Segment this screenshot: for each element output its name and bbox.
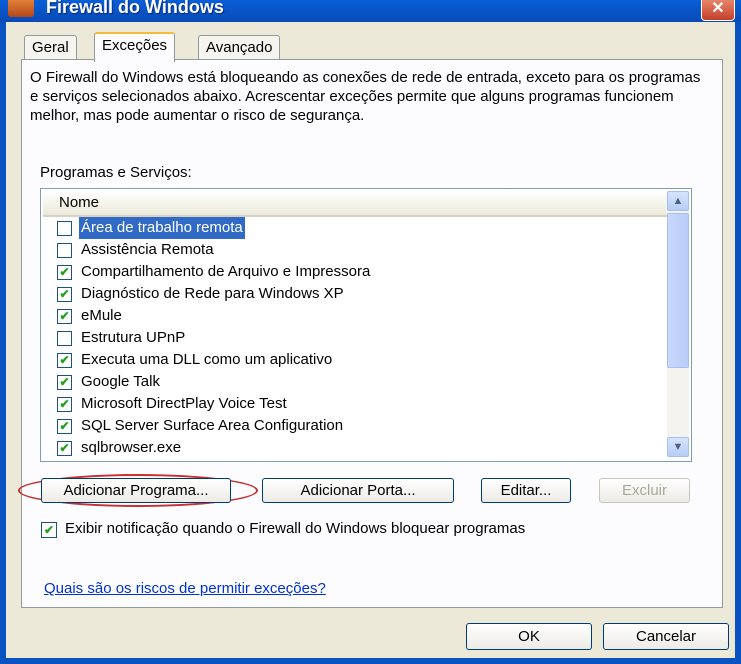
scroll-down-button[interactable]: ▼	[667, 437, 689, 457]
list-item[interactable]: ✔ Compartilhamento de Arquivo e Impressor…	[57, 261, 657, 283]
list-item-label: Microsoft DirectPlay Voice Test	[81, 395, 287, 412]
add-port-button[interactable]: Adicionar Porta...	[262, 478, 454, 503]
list-item[interactable]: ✔ Google Talk	[57, 371, 657, 393]
close-icon: ✕	[711, 0, 725, 17]
cancel-button[interactable]: Cancelar	[603, 623, 729, 650]
list-item[interactable]: ✔ Diagnóstico de Rede para Windows XP	[57, 283, 657, 305]
list-item[interactable]: ✔ sqlbrowser.exe	[57, 437, 657, 459]
description-text: O Firewall do Windows está bloqueando as…	[30, 69, 701, 124]
list-item-checkbox[interactable]: ✔	[57, 419, 72, 434]
window-frame-bottom	[0, 658, 741, 664]
notify-checkbox[interactable]: ✔	[41, 522, 57, 538]
tab-geral[interactable]: Geral	[24, 35, 77, 60]
list-item-checkbox[interactable]: ✔	[57, 287, 72, 302]
programs-group-label: Programas e Serviços:	[40, 164, 192, 181]
notify-checkbox-label: Exibir notificação quando o Firewall do …	[65, 520, 526, 537]
list-item-checkbox[interactable]: ✔	[57, 375, 72, 390]
list-item-label: Compartilhamento de Arquivo e Impressora	[81, 263, 371, 280]
list-item-checkbox[interactable]: ✔	[57, 397, 72, 412]
list-item-checkbox[interactable]: ✔	[57, 309, 72, 324]
list-item-label: Estrutura UPnP	[81, 329, 186, 346]
edit-button[interactable]: Editar...	[481, 478, 571, 503]
list-item-checkbox[interactable]	[57, 221, 72, 236]
window-title: Firewall do Windows	[46, 0, 224, 17]
ok-button[interactable]: OK	[466, 623, 592, 650]
list-item-label: Google Talk	[81, 373, 160, 390]
chevron-down-icon: ▼	[672, 441, 684, 453]
list-item[interactable]: Assistência Remota	[57, 239, 657, 261]
list-item-label: eMule	[81, 307, 122, 324]
list-item-checkbox[interactable]: ✔	[57, 441, 72, 456]
scroll-up-button[interactable]: ▲	[667, 191, 689, 211]
list-item[interactable]: ✔ SQL Server Surface Area Configuration	[57, 415, 657, 437]
firewall-window: Firewall do Windows ✕ Geral Exceções Ava…	[0, 0, 741, 664]
window-frame-right	[735, 22, 741, 664]
list-item-label: SQL Server Surface Area Configuration	[81, 417, 344, 434]
list-item-label: Área de trabalho remota	[79, 217, 245, 239]
exceptions-risk-link[interactable]: Quais são os riscos de permitir exceções…	[44, 580, 326, 597]
title-bar[interactable]: Firewall do Windows ✕	[0, 0, 741, 22]
list-item[interactable]: Estrutura UPnP	[57, 327, 657, 349]
list-item-checkbox[interactable]	[57, 331, 72, 346]
list-item[interactable]: ✔ Executa uma DLL como um aplicativo	[57, 349, 657, 371]
tab-excecoes[interactable]: Exceções	[94, 32, 176, 62]
window-frame-left	[0, 22, 6, 664]
close-button[interactable]: ✕	[701, 0, 735, 21]
chevron-up-icon: ▲	[672, 195, 684, 207]
list-item[interactable]: Área de trabalho remota	[57, 217, 657, 239]
list-item-checkbox[interactable]	[57, 243, 72, 258]
list-item[interactable]: ✔ eMule	[57, 305, 657, 327]
scroll-thumb[interactable]	[667, 213, 689, 368]
column-header-name[interactable]: Nome	[43, 191, 681, 217]
list-scrollbar[interactable]: ▲ ▼	[667, 191, 689, 457]
list-item-checkbox[interactable]: ✔	[57, 265, 72, 280]
list-item-label: Diagnóstico de Rede para Windows XP	[81, 285, 344, 302]
firewall-icon	[8, 0, 34, 17]
list-item-checkbox[interactable]: ✔	[57, 353, 72, 368]
delete-button[interactable]: Excluir	[599, 478, 690, 503]
add-program-button[interactable]: Adicionar Programa...	[41, 478, 231, 503]
list-item-label: Assistência Remota	[81, 241, 214, 258]
list-item-label: Executa uma DLL como um aplicativo	[81, 351, 333, 368]
tab-avancado[interactable]: Avançado	[198, 35, 281, 60]
list-item[interactable]: ✔ Microsoft DirectPlay Voice Test	[57, 393, 657, 415]
programs-list[interactable]: Nome Área de trabalho remota Assistência …	[40, 188, 692, 462]
list-item-label: sqlbrowser.exe	[81, 439, 182, 456]
